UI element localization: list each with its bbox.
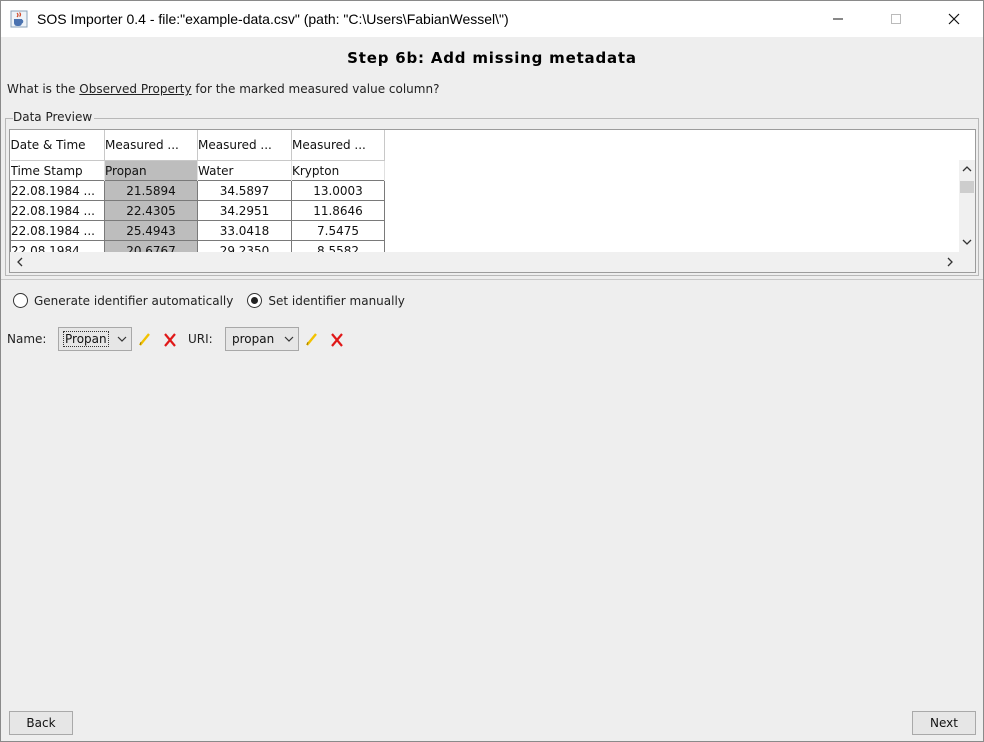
table-cell[interactable]: 22.08.1984 ...	[10, 180, 105, 201]
uri-label: URI:	[188, 332, 213, 346]
chevron-down-icon	[117, 336, 127, 342]
step-heading: Step 6b: Add missing metadata	[347, 49, 637, 67]
scroll-up-icon[interactable]	[962, 165, 972, 173]
question-suffix: for the marked measured value column?	[191, 82, 440, 96]
data-preview-label: Data Preview	[13, 110, 95, 124]
title-bar: SOS Importer 0.4 - file:"example-data.cs…	[1, 1, 983, 37]
column-header[interactable]: Date & Time	[10, 130, 105, 161]
manual-identifier-label[interactable]: Set identifier manually	[268, 294, 405, 308]
pencil-icon[interactable]	[137, 331, 153, 347]
delete-x-icon[interactable]	[162, 332, 178, 348]
back-button[interactable]: Back	[9, 711, 73, 735]
next-button[interactable]: Next	[912, 711, 976, 735]
table-cell[interactable]: 34.2951	[197, 200, 292, 221]
table-cell[interactable]: 22.4305	[104, 200, 198, 221]
column-header[interactable]: Measured ...	[291, 130, 385, 161]
delete-x-icon[interactable]	[329, 332, 345, 348]
table-cell[interactable]: 7.5475	[291, 220, 385, 241]
pencil-icon[interactable]	[304, 331, 320, 347]
auto-identifier-radio[interactable]	[13, 293, 28, 308]
vertical-scrollbar[interactable]	[959, 160, 975, 253]
scroll-left-icon[interactable]	[16, 257, 24, 267]
horizontal-scrollbar[interactable]	[10, 252, 975, 272]
table-row[interactable]: 22.08.1984 ... 25.4943 33.0418 7.5475	[10, 220, 385, 241]
name-label: Name:	[7, 332, 47, 346]
java-cup-icon	[10, 10, 28, 28]
minimize-button[interactable]	[809, 1, 867, 37]
table-cell[interactable]: 13.0003	[291, 180, 385, 201]
divider	[1, 279, 983, 280]
radio-selected-dot	[251, 297, 259, 304]
table-cell[interactable]: 33.0418	[197, 220, 292, 241]
observed-property-link[interactable]: Observed Property	[79, 82, 191, 96]
name-value: Propan	[63, 331, 109, 347]
table-cell[interactable]: 11.8646	[291, 200, 385, 221]
scroll-down-icon[interactable]	[962, 238, 972, 246]
close-icon	[948, 13, 960, 25]
vertical-scroll-thumb[interactable]	[960, 181, 974, 193]
column-name: Water	[197, 160, 292, 181]
table-cell[interactable]: 34.5897	[197, 180, 292, 201]
table-row[interactable]: 22.08.1984 ... 21.5894 34.5897 13.0003	[10, 180, 385, 201]
table-row[interactable]: 22.08.1984 ... 22.4305 34.2951 11.8646	[10, 200, 385, 221]
column-name-row: Time Stamp Propan Water Krypton	[10, 160, 385, 181]
close-button[interactable]	[925, 1, 983, 37]
uri-value: propan	[232, 332, 274, 346]
scroll-right-icon[interactable]	[946, 257, 954, 267]
column-name: Propan	[104, 160, 198, 181]
column-header[interactable]: Measured ...	[104, 130, 198, 161]
question-text: What is the Observed Property for the ma…	[7, 82, 439, 96]
data-preview-table[interactable]: Date & Time Measured ... Measured ... Me…	[10, 130, 385, 253]
table-cell[interactable]: 22.08.1984 ...	[10, 200, 105, 221]
chevron-down-icon	[284, 336, 294, 342]
data-preview-viewport: Date & Time Measured ... Measured ... Me…	[10, 130, 960, 253]
name-value-text: Propan	[63, 331, 109, 347]
auto-identifier-label[interactable]: Generate identifier automatically	[34, 294, 233, 308]
table-cell[interactable]: 21.5894	[104, 180, 198, 201]
minimize-icon	[833, 18, 843, 20]
column-name: Time Stamp	[10, 160, 105, 181]
uri-value-text: propan	[232, 332, 275, 346]
column-header[interactable]: Measured ...	[197, 130, 292, 161]
uri-combobox[interactable]: propan	[225, 327, 299, 351]
question-prefix: What is the	[7, 82, 80, 96]
window-title: SOS Importer 0.4 - file:"example-data.cs…	[37, 11, 509, 27]
importer-window: SOS Importer 0.4 - file:"example-data.cs…	[0, 0, 984, 742]
manual-identifier-radio[interactable]	[247, 293, 263, 308]
name-combobox[interactable]: Propan	[58, 327, 132, 351]
column-name: Krypton	[291, 160, 385, 181]
maximize-button[interactable]	[867, 1, 925, 37]
maximize-icon	[891, 14, 901, 24]
table-cell[interactable]: 25.4943	[104, 220, 198, 241]
table-cell[interactable]: 22.08.1984 ...	[10, 220, 105, 241]
data-preview-scrollpane[interactable]: Date & Time Measured ... Measured ... Me…	[9, 129, 976, 273]
identifier-options: Generate identifier automatically Set id…	[13, 293, 405, 308]
